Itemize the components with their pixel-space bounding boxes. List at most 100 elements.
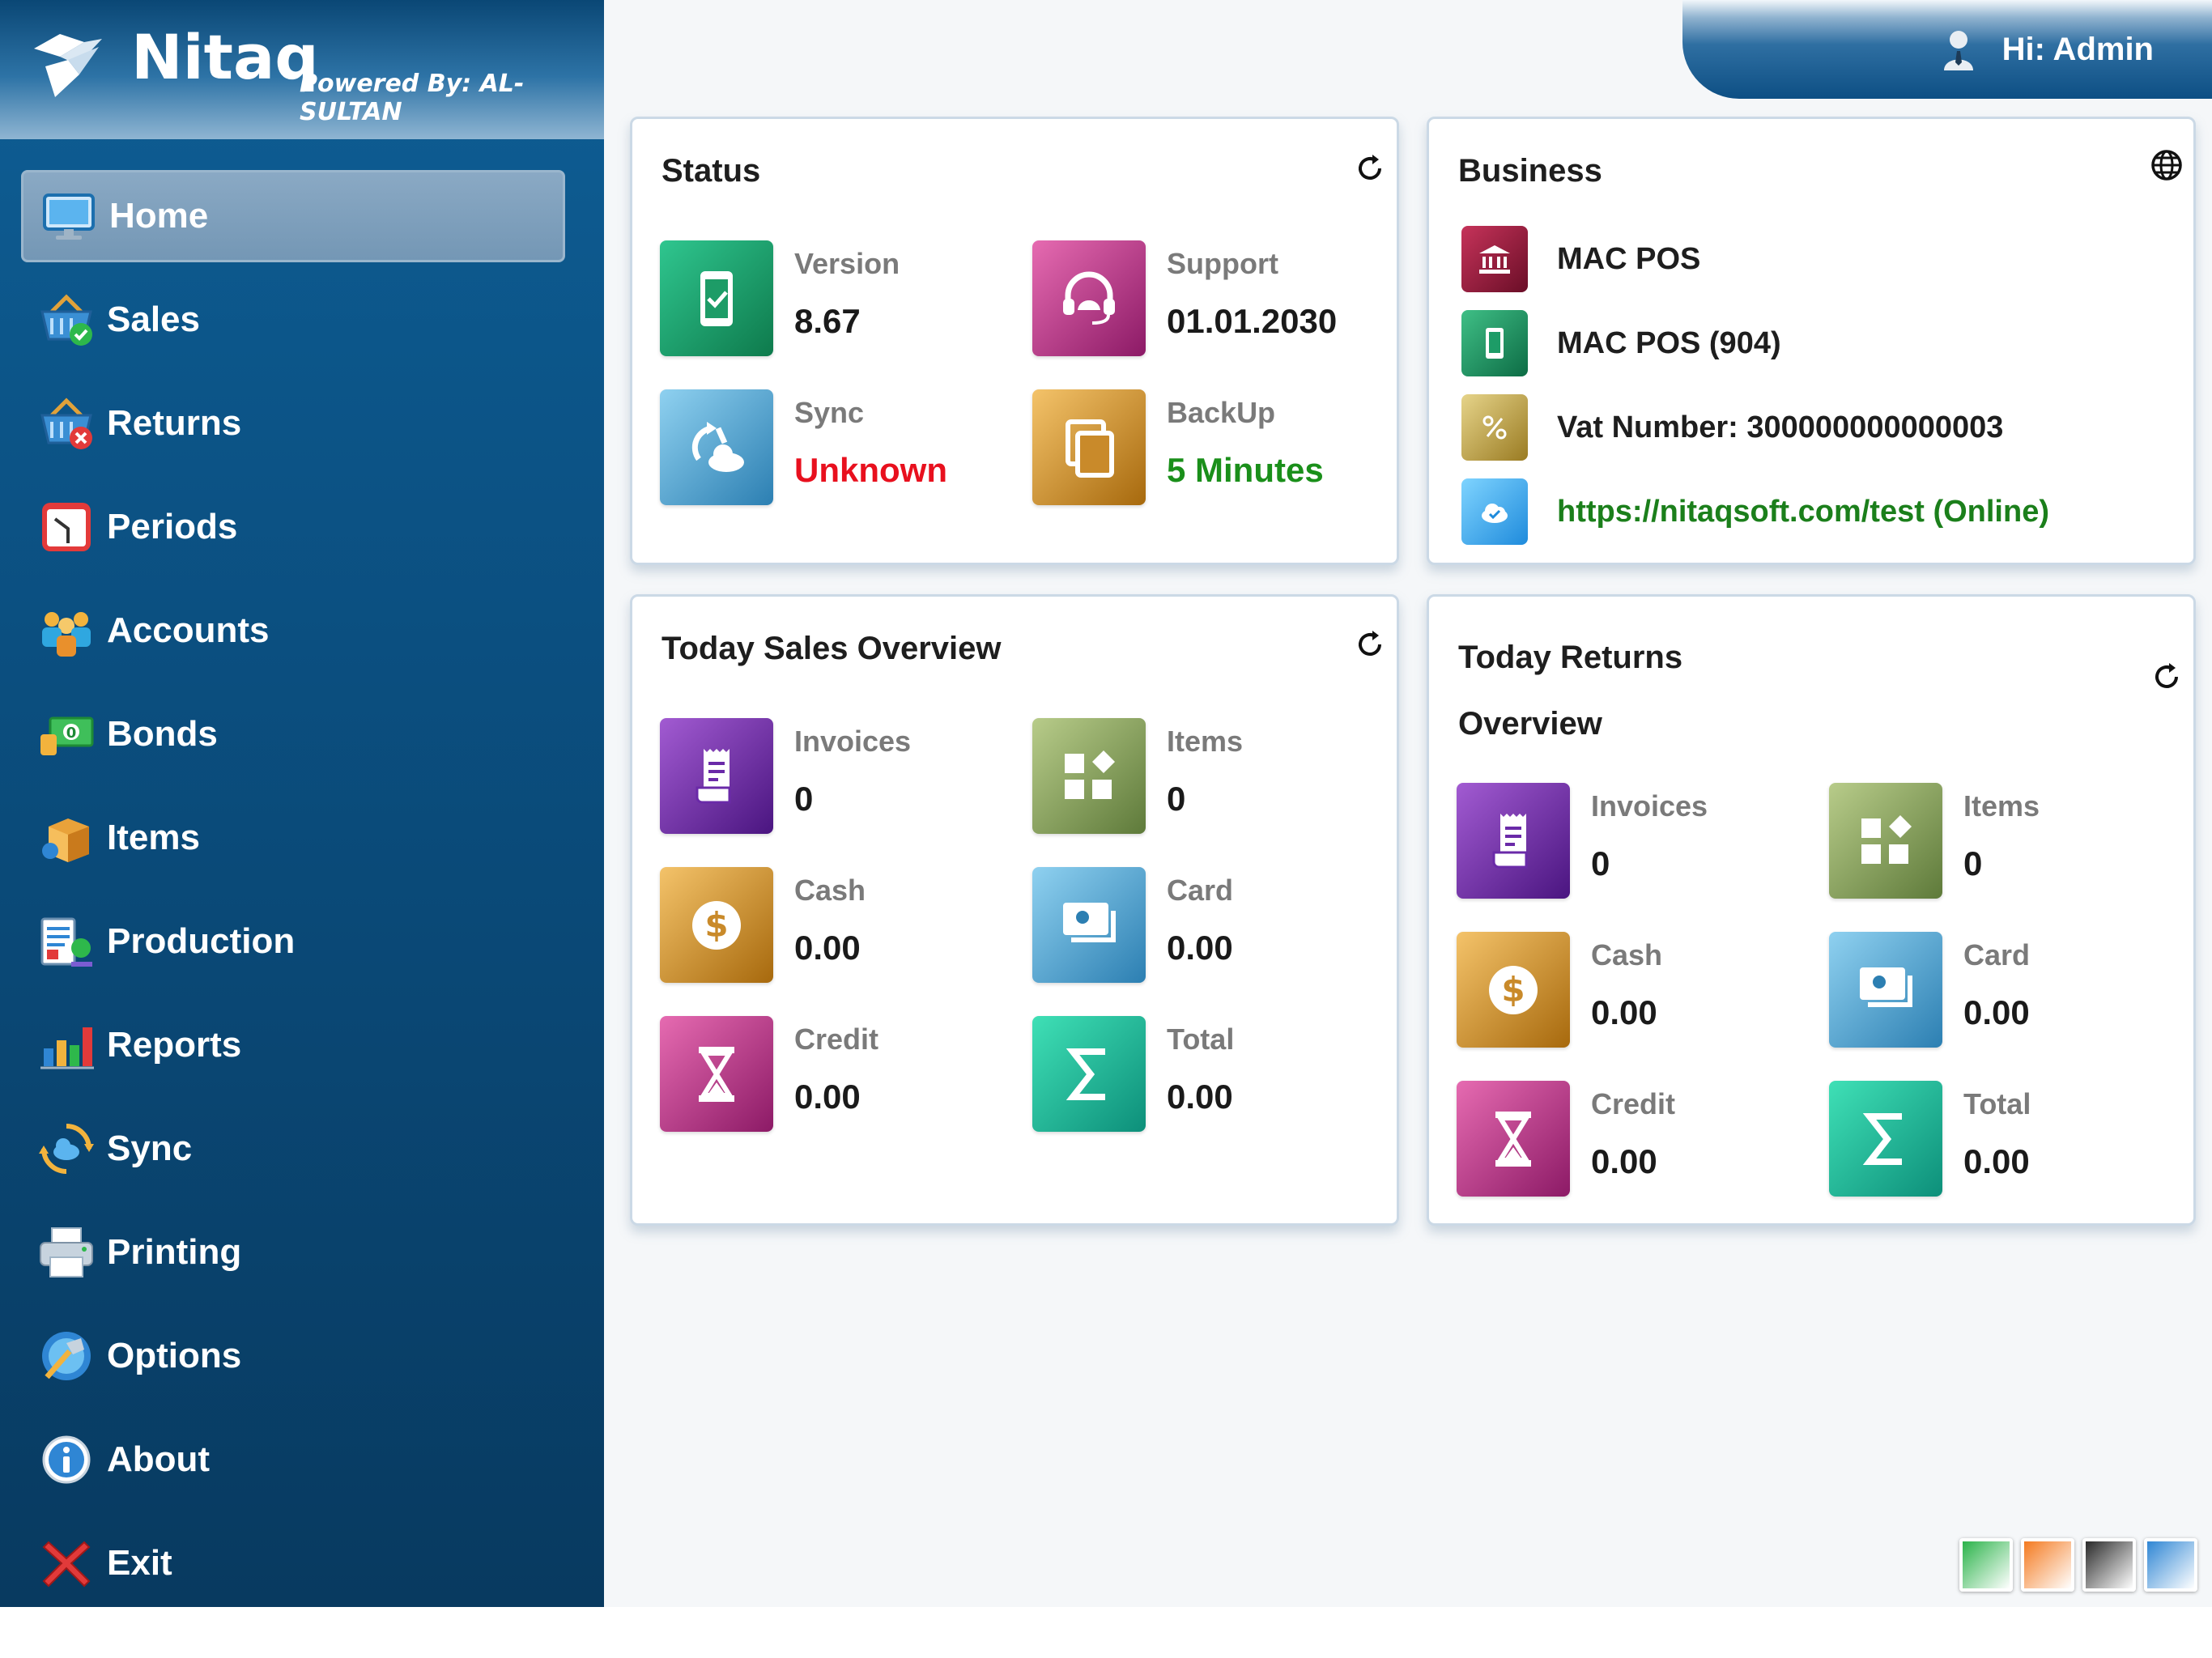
stat-label: Items — [1167, 725, 1244, 758]
refresh-icon[interactable] — [2150, 660, 2184, 694]
sidebar-item-label: Bonds — [107, 714, 218, 754]
user-badge[interactable]: Hi: Admin — [1682, 0, 2212, 99]
people-icon — [42, 612, 91, 657]
sidebar-item-label: Periods — [107, 507, 238, 546]
stat-credit: Credit 0.00 — [1457, 1081, 1813, 1202]
credit-tile — [1457, 1081, 1570, 1197]
stat-value: 8.67 — [794, 302, 861, 340]
sidebar-item-options[interactable]: Options — [21, 1310, 565, 1402]
box-icon — [42, 818, 89, 862]
sync-tile — [660, 389, 773, 505]
card-title: Today Sales Overview — [661, 631, 1002, 666]
sidebar-item-label: Reports — [107, 1025, 242, 1065]
stat-support: Support 01.01.2030 — [1032, 240, 1389, 362]
sidebar-item-label: Options — [107, 1336, 242, 1375]
stat-total: Total 0.00 — [1032, 1016, 1389, 1137]
device-name: MAC POS (904) — [1557, 325, 1781, 360]
app-window: Nitaq Powered By: AL-SULTAN Home Sales R… — [0, 0, 2212, 1607]
sidebar-item-reports[interactable]: Reports — [21, 999, 565, 1091]
blue-theme-swatch[interactable] — [2144, 1538, 2197, 1592]
sidebar-item-production[interactable]: Production — [21, 895, 565, 988]
stat-label: Total — [1963, 1087, 2031, 1120]
items-tile — [1829, 783, 1942, 899]
phone-check-icon — [700, 270, 733, 326]
stat-value: 0.00 — [1963, 993, 2030, 1031]
stat-value: 0.00 — [1167, 929, 1233, 967]
cash-tile: $ — [1457, 932, 1570, 1048]
sidebar-item-returns[interactable]: Returns — [21, 377, 565, 470]
backup-tile — [1032, 389, 1146, 505]
receipt-icon — [696, 748, 731, 803]
stat-label: Invoices — [794, 725, 912, 758]
info-icon — [42, 1435, 91, 1484]
items-tile — [1032, 718, 1146, 834]
clock-icon — [42, 503, 91, 551]
refresh-icon[interactable] — [1353, 151, 1387, 185]
stat-label: Cash — [1591, 938, 1663, 971]
dollar-icon: $ — [1489, 965, 1538, 1014]
business-card: Business MAC POS MAC POS (904) Vat Numbe… — [1427, 117, 2196, 565]
globe-icon[interactable] — [2150, 148, 2184, 182]
sidebar-item-label: Returns — [107, 403, 242, 443]
card-payment-tile — [1032, 867, 1146, 983]
sidebar-item-periods[interactable]: Periods — [21, 481, 565, 573]
stat-label: Items — [1963, 789, 2040, 823]
sidebar-item-label: Sales — [107, 300, 200, 339]
bank-tile — [1461, 226, 1528, 292]
sidebar-item-printing[interactable]: Printing — [21, 1206, 565, 1299]
receipt-icon — [1492, 813, 1528, 868]
stat-items: Items 0 — [1032, 718, 1389, 840]
sidebar-item-items[interactable]: Items — [21, 792, 565, 884]
stat-value: 0 — [1591, 844, 1610, 882]
green-theme-swatch[interactable] — [1959, 1538, 2013, 1592]
headset-icon — [1063, 271, 1115, 325]
status-card: Status Version 8.67 Support 01.01.2030 S… — [630, 117, 1399, 565]
percent-icon — [1482, 415, 1507, 440]
sigma-icon — [1862, 1112, 1902, 1165]
user-avatar-icon — [1943, 31, 1973, 70]
nitaq-logo-icon — [34, 34, 102, 97]
dollar-icon: $ — [692, 900, 741, 950]
refresh-icon[interactable] — [1353, 627, 1387, 661]
sidebar-item-sync[interactable]: Sync — [21, 1103, 565, 1195]
sidebar-item-exit[interactable]: Exit — [21, 1517, 565, 1609]
logo-bar: Nitaq Powered By: AL-SULTAN — [0, 0, 604, 139]
invoices-tile — [660, 718, 773, 834]
stat-version: Version 8.67 — [660, 240, 1016, 362]
cash-tile: $ — [660, 867, 773, 983]
stat-value: 0 — [1963, 844, 1983, 882]
orange-theme-swatch[interactable] — [2021, 1538, 2074, 1592]
stat-total: Total 0.00 — [1829, 1081, 2185, 1202]
sidebar-item-home[interactable]: Home — [21, 170, 565, 262]
version-tile — [660, 240, 773, 356]
theme-switcher — [1959, 1538, 2206, 1592]
card-payment-tile — [1829, 932, 1942, 1048]
brand-name: Nitaq — [131, 21, 319, 93]
backup-status-value: 5 Minutes — [1167, 451, 1324, 489]
stat-credit: Credit 0.00 — [660, 1016, 1016, 1137]
cloud-tile — [1461, 478, 1528, 545]
stat-value: 01.01.2030 — [1167, 302, 1338, 340]
stat-label: Card — [1167, 874, 1234, 907]
cloud-sync-icon — [691, 421, 744, 472]
stat-label: Total — [1167, 1022, 1235, 1056]
stat-cash: $ Cash 0.00 — [1457, 932, 1813, 1053]
stat-value: 0 — [794, 780, 814, 818]
vat-number: Vat Number: 300000000000003 — [1557, 410, 2004, 444]
cloud-icon — [1482, 504, 1508, 523]
sidebar-item-about[interactable]: About — [21, 1414, 565, 1506]
invoices-tile — [1457, 783, 1570, 899]
tablet-tile — [1461, 310, 1528, 376]
sidebar-item-bonds[interactable]: 0 Bonds — [21, 688, 565, 780]
business-name-row: MAC POS — [1461, 224, 1700, 294]
black-theme-swatch[interactable] — [2082, 1538, 2136, 1592]
total-tile — [1032, 1016, 1146, 1132]
stat-card: Card 0.00 — [1829, 932, 2185, 1053]
sidebar-item-label: Accounts — [107, 610, 270, 650]
sidebar-item-sales[interactable]: Sales — [21, 274, 565, 366]
stat-label: Cash — [794, 874, 866, 907]
server-url-link[interactable]: https://nitaqsoft.com/test (Online) — [1557, 495, 2049, 529]
sidebar-item-accounts[interactable]: Accounts — [21, 585, 565, 677]
bar-chart-icon — [40, 1027, 94, 1069]
card-title: Today Returns Overview — [1458, 640, 1683, 742]
